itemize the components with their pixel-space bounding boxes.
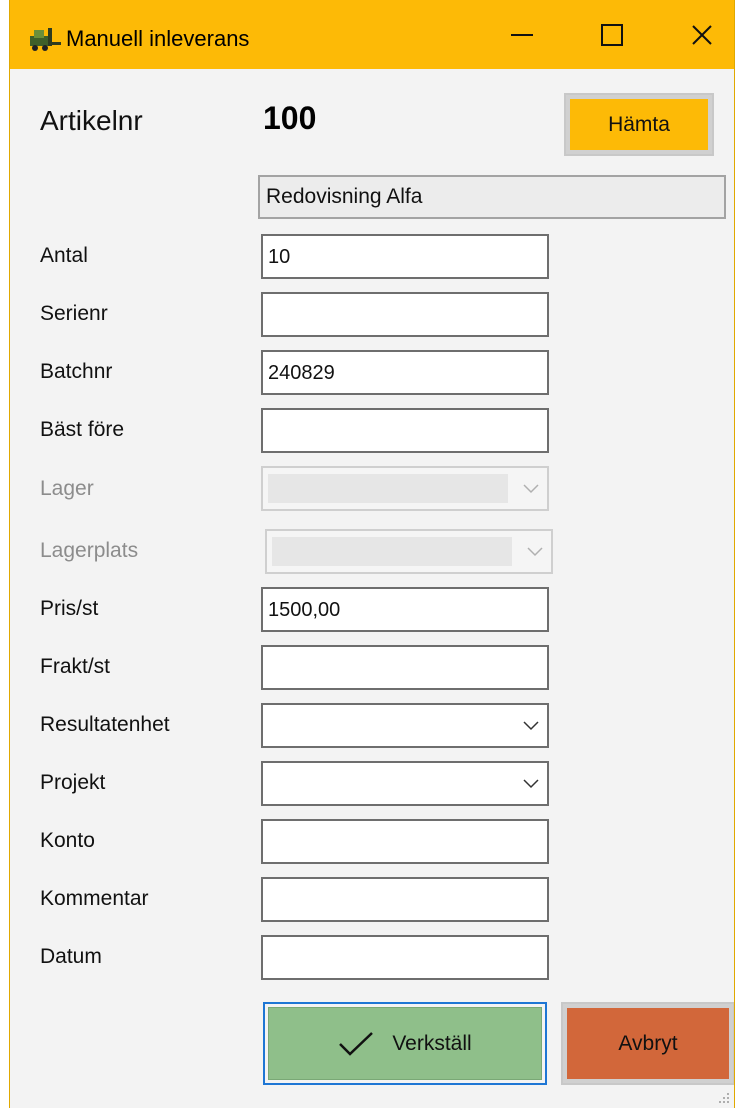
serienr-label: Serienr [40, 302, 108, 325]
window-title: Manuell inleverans [66, 26, 250, 51]
lagerplats-select-value [272, 537, 512, 566]
chevron-down-icon [523, 484, 539, 494]
article-number-label: Artikelnr [40, 105, 143, 136]
kommentar-label: Kommentar [40, 887, 149, 910]
maximize-button[interactable] [567, 0, 657, 69]
maximize-icon [601, 23, 623, 46]
pris-label: Pris/st [40, 597, 99, 620]
manual-delivery-window: Manuell inleverans Artikelnr 100 Hämta R… [9, 0, 735, 1108]
batchnr-label: Batchnr [40, 360, 113, 383]
resize-grip-icon[interactable] [716, 1090, 730, 1104]
antal-input[interactable]: 10 [261, 234, 549, 279]
title-bar[interactable]: Manuell inleverans [10, 0, 734, 69]
article-description: Redovisning Alfa [258, 175, 726, 219]
projekt-label: Projekt [40, 771, 106, 794]
forklift-icon [30, 28, 61, 51]
close-button[interactable] [657, 0, 734, 69]
article-number-value: 100 [263, 100, 317, 136]
minimize-button[interactable] [477, 0, 567, 69]
serienr-input[interactable] [261, 292, 549, 337]
checkmark-icon [339, 1031, 374, 1056]
lager-label: Lager [40, 477, 94, 500]
resultatenhet-label: Resultatenhet [40, 713, 170, 736]
chevron-down-icon [523, 779, 539, 789]
konto-label: Konto [40, 829, 95, 852]
datum-label: Datum [40, 945, 102, 968]
konto-input[interactable] [261, 819, 549, 864]
chevron-down-icon [527, 547, 543, 557]
bast-fore-label: Bäst före [40, 418, 125, 441]
lager-select [261, 466, 549, 511]
bast-fore-input[interactable] [261, 408, 549, 453]
close-icon [692, 24, 712, 45]
frakt-input[interactable] [261, 645, 549, 690]
minimize-icon [511, 33, 533, 36]
cancel-button-label: Avbryt [567, 1008, 729, 1079]
lagerplats-label: Lagerplats [40, 539, 139, 562]
antal-label: Antal [40, 244, 88, 267]
apply-button-label: Verkställ [392, 1031, 472, 1055]
resultatenhet-select[interactable] [261, 703, 549, 748]
lagerplats-select [265, 529, 553, 574]
fetch-button-label: Hämta [570, 99, 708, 150]
cancel-button[interactable]: Avbryt [561, 1002, 734, 1085]
batchnr-input[interactable]: 240829 [261, 350, 549, 395]
apply-button-face: Verkställ [268, 1007, 542, 1080]
lager-select-value [268, 474, 508, 503]
frakt-label: Frakt/st [40, 655, 111, 678]
datum-input[interactable] [261, 935, 549, 980]
projekt-select[interactable] [261, 761, 549, 806]
fetch-button[interactable]: Hämta [564, 93, 714, 156]
kommentar-input[interactable] [261, 877, 549, 922]
apply-button[interactable]: Verkställ [263, 1002, 547, 1085]
chevron-down-icon [523, 721, 539, 731]
pris-input[interactable]: 1500,00 [261, 587, 549, 632]
